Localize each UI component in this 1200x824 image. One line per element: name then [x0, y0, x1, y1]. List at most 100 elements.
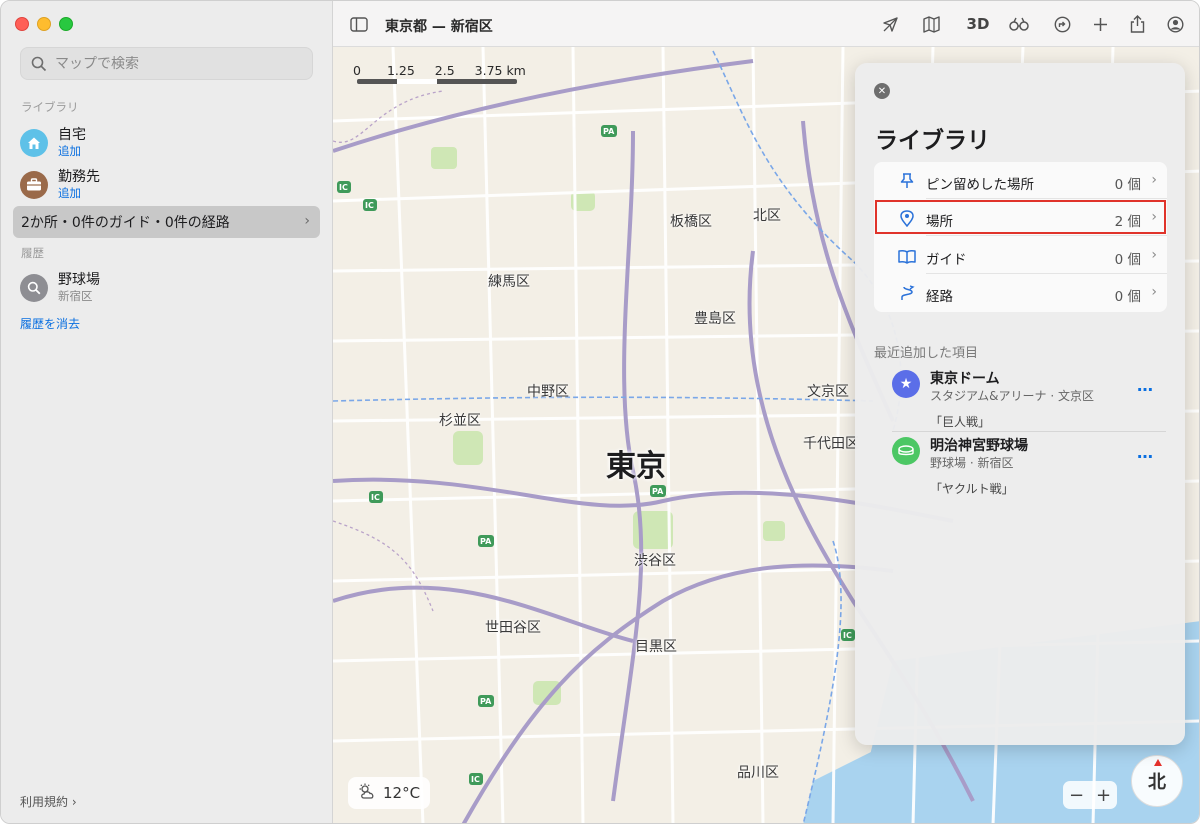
- place-label: 北区: [753, 208, 781, 224]
- more-button[interactable]: …: [1137, 443, 1154, 462]
- svg-text:IC: IC: [471, 775, 480, 784]
- map-mode-icon[interactable]: [921, 14, 941, 34]
- place-label: 杉並区: [439, 413, 481, 429]
- library-panel: ✕ ライブラリ ピン留めした場所 0 個 › 場所 2 個 › ガイド 0 個 …: [855, 63, 1185, 745]
- library-row-guides[interactable]: ガイド 0 個 ›: [874, 237, 1167, 274]
- recent-item-subtitle: 野球場 · 新宿区: [930, 456, 1014, 470]
- sidebar-item-work[interactable]: 勤務先 追加: [20, 169, 100, 200]
- recent-item-subtitle: スタジアム&アリーナ · 文京区: [930, 389, 1094, 403]
- history-item[interactable]: 野球場 新宿区: [20, 272, 100, 303]
- temperature: 12°C: [383, 784, 421, 802]
- place-label: 品川区: [737, 765, 779, 781]
- weather-icon: [358, 783, 378, 803]
- zoom-in-button[interactable]: +: [1096, 785, 1111, 806]
- city-label: 東京: [606, 449, 666, 484]
- library-card: ピン留めした場所 0 個 › 場所 2 個 › ガイド 0 個 › 経路 0 個…: [874, 162, 1167, 312]
- recent-item-title: 東京ドーム: [930, 371, 1000, 387]
- scale-bar: [357, 79, 517, 84]
- library-row-routes[interactable]: 経路 0 個 ›: [874, 274, 1167, 311]
- place-label: 目黒区: [635, 639, 677, 655]
- compass-button[interactable]: 北: [1131, 755, 1183, 807]
- sidebar-toggle-icon[interactable]: [349, 14, 369, 34]
- look-around-icon[interactable]: [1009, 14, 1029, 34]
- scale-label: 3.75 km: [474, 63, 526, 78]
- zoom-control: − +: [1063, 781, 1117, 809]
- maximize-window-button[interactable]: [59, 17, 73, 31]
- search-icon: [31, 56, 47, 71]
- home-label: 自宅: [58, 127, 86, 143]
- stadium-icon: [892, 437, 920, 465]
- terms-link[interactable]: 利用規約 ›: [20, 793, 77, 810]
- history-item-subtitle: 新宿区: [58, 289, 93, 303]
- recent-item-note: 「巨人戦」: [930, 415, 991, 429]
- svg-text:PA: PA: [652, 487, 664, 496]
- library-row-count: 0 個: [1114, 252, 1141, 268]
- chevron-right-icon: ›: [1151, 247, 1157, 263]
- maps-window: PA IC IC IC PA PA PA IC IC 板橋区 北区 練馬区 豊島…: [0, 0, 1200, 824]
- home-icon: [20, 128, 48, 157]
- work-label: 勤務先: [58, 169, 100, 185]
- place-label: 練馬区: [488, 274, 530, 290]
- add-icon[interactable]: [1090, 14, 1110, 34]
- place-label: 千代田区: [803, 436, 859, 452]
- recent-item-title: 明治神宮野球場: [930, 438, 1028, 454]
- location-off-icon[interactable]: [880, 14, 900, 34]
- highlight-box: [875, 200, 1166, 234]
- library-row-label: 経路: [926, 289, 953, 305]
- panel-title: ライブラリ: [875, 128, 990, 154]
- close-window-button[interactable]: [15, 17, 29, 31]
- svg-text:IC: IC: [371, 493, 380, 502]
- search-icon: [20, 273, 48, 302]
- star-icon: ★: [892, 370, 920, 398]
- briefcase-icon: [20, 170, 48, 199]
- home-add-link[interactable]: 追加: [58, 144, 86, 158]
- window-title: 東京都 — 新宿区: [385, 19, 493, 35]
- scale-label: 1.25: [386, 63, 415, 78]
- history-section-label: 履歴: [21, 246, 44, 260]
- scale-label: 0: [353, 63, 361, 78]
- map-scale: 0 1.25 2.5 3.75 km: [353, 63, 526, 78]
- work-add-link[interactable]: 追加: [58, 186, 100, 200]
- library-summary-text: 2か所・0件のガイド・0件の経路: [21, 215, 230, 231]
- place-label: 中野区: [527, 384, 569, 400]
- share-icon[interactable]: [1127, 14, 1147, 34]
- svg-text:IC: IC: [339, 183, 348, 192]
- zoom-out-button[interactable]: −: [1069, 785, 1084, 806]
- library-row-label: ガイド: [926, 252, 967, 268]
- svg-text:PA: PA: [480, 697, 492, 706]
- more-button[interactable]: …: [1137, 376, 1154, 395]
- divider: [892, 431, 1166, 432]
- place-label: 豊島区: [694, 311, 736, 327]
- sidebar: ライブラリ 自宅 追加 勤務先 追加 2か所・0件のガイド・0件の経路 › 履歴: [1, 1, 333, 823]
- svg-text:IC: IC: [365, 201, 374, 210]
- recent-item[interactable]: 明治神宮野球場 野球場 · 新宿区 「ヤクルト戦」 …: [892, 435, 1154, 496]
- svg-text:IC: IC: [843, 631, 852, 640]
- place-label: 世田谷区: [485, 620, 541, 636]
- terms-label: 利用規約: [20, 795, 69, 809]
- toolbar: 東京都 — 新宿区 3D: [333, 1, 1199, 47]
- recent-section-label: 最近追加した項目: [874, 346, 979, 361]
- recent-item[interactable]: ★ 東京ドーム スタジアム&アリーナ · 文京区 「巨人戦」 …: [892, 368, 1154, 429]
- search-input[interactable]: [55, 55, 312, 72]
- directions-icon[interactable]: [1052, 14, 1072, 34]
- sidebar-item-home[interactable]: 自宅 追加: [20, 127, 86, 158]
- clear-history-link[interactable]: 履歴を消去: [20, 315, 80, 332]
- place-label: 板橋区: [670, 214, 712, 230]
- view-3d-button[interactable]: 3D: [963, 14, 993, 34]
- library-row-count: 0 個: [1114, 289, 1141, 305]
- chevron-right-icon: ›: [304, 213, 310, 229]
- library-row-pinned[interactable]: ピン留めした場所 0 個 ›: [874, 162, 1167, 199]
- chevron-right-icon: ›: [68, 795, 77, 809]
- search-field[interactable]: [20, 47, 313, 80]
- weather-widget[interactable]: 12°C: [348, 777, 431, 809]
- scale-label: 2.5: [434, 63, 455, 78]
- recent-item-note: 「ヤクルト戦」: [930, 482, 1014, 496]
- route-icon: [898, 284, 916, 302]
- compass-label: 北: [1148, 772, 1166, 793]
- library-summary-row[interactable]: 2か所・0件のガイド・0件の経路 ›: [13, 206, 320, 238]
- history-item-title: 野球場: [58, 272, 100, 288]
- minimize-window-button[interactable]: [37, 17, 51, 31]
- svg-text:PA: PA: [603, 127, 615, 136]
- account-icon[interactable]: [1165, 14, 1185, 34]
- close-icon[interactable]: ✕: [874, 83, 890, 99]
